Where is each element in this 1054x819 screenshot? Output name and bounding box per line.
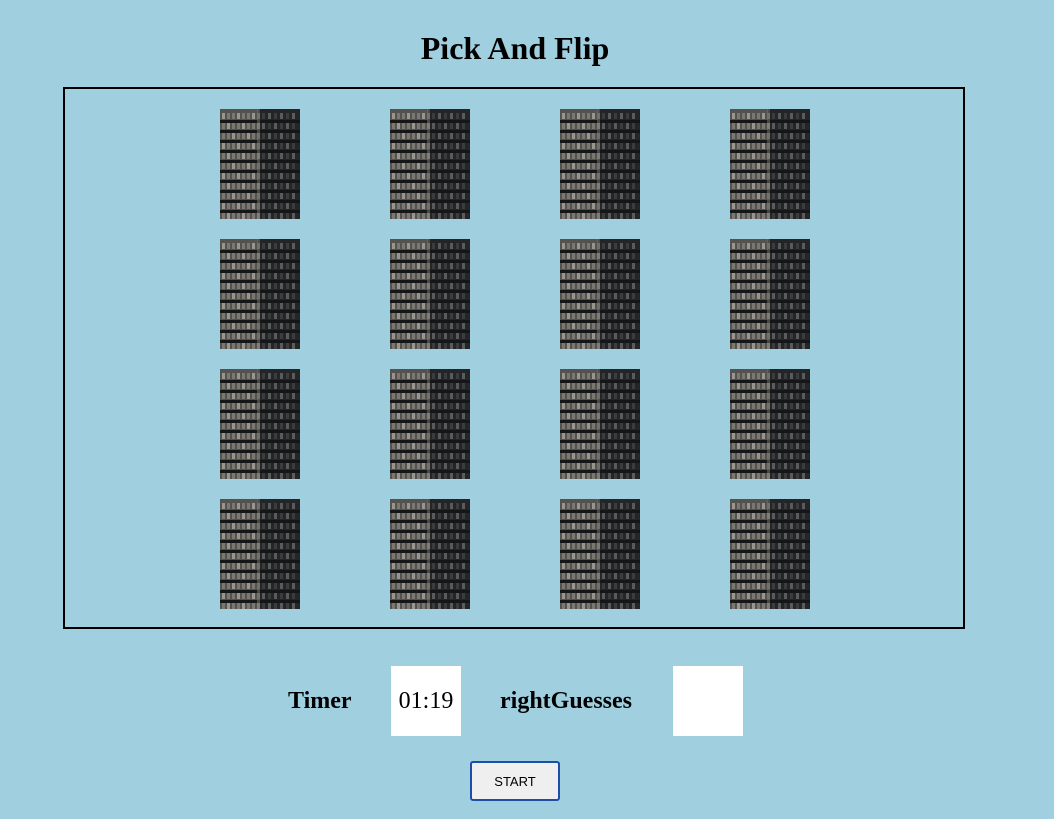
card-8[interactable]: [730, 239, 810, 349]
building-image: [730, 369, 810, 479]
card-board: [63, 87, 965, 629]
card-1[interactable]: [220, 109, 300, 219]
card-11[interactable]: [560, 369, 640, 479]
timer-label: Timer: [288, 688, 352, 714]
card-5[interactable]: [220, 239, 300, 349]
building-image: [220, 499, 300, 609]
card-7[interactable]: [560, 239, 640, 349]
building-image: [390, 109, 470, 219]
building-image: [560, 109, 640, 219]
building-image: [560, 239, 640, 349]
building-image: [560, 499, 640, 609]
card-3[interactable]: [560, 109, 640, 219]
card-2[interactable]: [390, 109, 470, 219]
right-guesses-display: [673, 666, 743, 736]
building-image: [560, 369, 640, 479]
timer-display: 01:19: [391, 666, 461, 736]
start-button[interactable]: START: [470, 761, 560, 801]
card-14[interactable]: [390, 499, 470, 609]
building-image: [220, 239, 300, 349]
card-12[interactable]: [730, 369, 810, 479]
building-image: [730, 109, 810, 219]
building-image: [390, 239, 470, 349]
card-6[interactable]: [390, 239, 470, 349]
building-image: [730, 239, 810, 349]
building-image: [390, 369, 470, 479]
card-4[interactable]: [730, 109, 810, 219]
right-guesses-label: rightGuesses: [500, 688, 632, 714]
building-image: [390, 499, 470, 609]
card-13[interactable]: [220, 499, 300, 609]
card-10[interactable]: [390, 369, 470, 479]
building-image: [220, 369, 300, 479]
page-title: Pick And Flip: [420, 30, 610, 66]
building-image: [220, 109, 300, 219]
card-9[interactable]: [220, 369, 300, 479]
building-image: [730, 499, 810, 609]
card-16[interactable]: [730, 499, 810, 609]
card-15[interactable]: [560, 499, 640, 609]
